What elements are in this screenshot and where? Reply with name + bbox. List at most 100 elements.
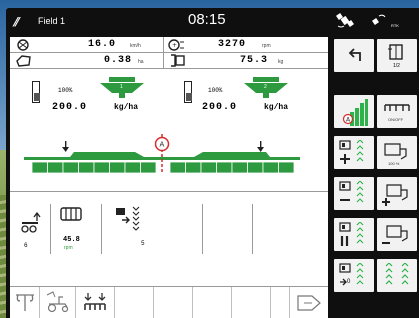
boom-section[interactable] — [278, 161, 295, 174]
hopper-2[interactable]: 100% 2 200.0 kg/ha — [182, 77, 312, 127]
section-group-right — [169, 161, 295, 174]
boom-section[interactable] — [185, 161, 202, 174]
gps-signal-icon — [370, 13, 392, 34]
tab-empty-2[interactable] — [154, 287, 193, 318]
hopper-1-level-fill — [34, 93, 40, 101]
boom-section[interactable] — [93, 161, 110, 174]
boom-section[interactable] — [47, 161, 64, 174]
boom-section[interactable] — [140, 161, 157, 174]
section-pause-icon — [339, 221, 369, 253]
area-weight-row: 0.38 ha 75.3 kg — [10, 53, 328, 69]
hopper-weight-unit: kg — [278, 59, 284, 65]
boom-mode-badge: A — [160, 141, 165, 149]
section-remove-icon — [339, 180, 369, 212]
hopper-2-level-gauge — [184, 81, 192, 103]
tramline-status[interactable]: 5 — [102, 204, 152, 254]
signal-strength-button[interactable]: A — [334, 95, 374, 128]
work-menu-icon — [14, 291, 36, 318]
settings-tractor-icon — [45, 291, 71, 318]
section-remove-button[interactable] — [334, 177, 374, 210]
hopper-1-icon — [100, 77, 144, 104]
clock: 08:15 — [188, 11, 226, 28]
speed-unit: km/h — [130, 43, 141, 49]
hopper-2-badge: 2 — [264, 84, 267, 90]
boom-section[interactable] — [247, 161, 264, 174]
hopper-2-rate-unit: kg/ha — [264, 103, 289, 112]
rate-minus-button[interactable] — [377, 218, 417, 251]
tab-empty-5[interactable] — [271, 287, 290, 318]
divider — [163, 53, 164, 68]
tab-empty-3[interactable] — [193, 287, 232, 318]
lift-value: 6 — [24, 242, 28, 249]
divider — [252, 204, 253, 254]
boom-section[interactable] — [78, 161, 95, 174]
section-arrow-right-icon — [257, 141, 264, 152]
boom-section-display[interactable]: A — [10, 125, 328, 185]
section-reset-icon — [339, 262, 369, 294]
tramline-toggle-button[interactable] — [377, 259, 417, 292]
boom-section[interactable] — [109, 161, 126, 174]
section-group-left — [31, 161, 157, 174]
boom-section[interactable] — [200, 161, 217, 174]
hopper-2-icon — [244, 77, 288, 104]
hopper-1-level-gauge — [32, 81, 40, 103]
tramline-value: 5 — [141, 240, 145, 247]
softkey-column: A 0 1/2 ON/OFF 100 % — [332, 37, 419, 318]
tab-sections[interactable] — [76, 287, 115, 318]
tramline-icon — [114, 206, 142, 237]
area-unit: ha — [138, 59, 144, 65]
lift-icon — [20, 211, 42, 239]
section-reset-button[interactable]: 0 — [334, 259, 374, 292]
boom-section[interactable] — [169, 161, 186, 174]
hopper-weight-value: 75.3 — [240, 55, 269, 66]
tab-empty-4[interactable] — [232, 287, 271, 318]
hopper-1-badge: 1 — [120, 84, 123, 90]
hopper-2-rate: 200.0 — [202, 102, 238, 113]
fraction-button[interactable]: 1/2 — [377, 39, 417, 72]
section-pause-button[interactable] — [334, 218, 374, 251]
hopper-1-rate-unit: kg/ha — [114, 103, 139, 112]
section-add-icon — [339, 139, 369, 171]
boom-section[interactable] — [262, 161, 279, 174]
speed-value: 16.0 — [88, 39, 117, 50]
main-panel: 16.0 km/h + 3270 rpm 0.38 ha 75.3 kg 100… — [10, 37, 328, 318]
rate-plus-button[interactable] — [377, 177, 417, 210]
divider — [202, 204, 203, 254]
sections-icon — [84, 292, 106, 317]
pto-value: 45.8 — [63, 236, 80, 244]
hopper-2-percent: 100% — [208, 87, 223, 94]
field-icon: ⫽ — [13, 15, 19, 29]
area-value: 0.38 — [104, 55, 133, 66]
divider — [163, 37, 164, 52]
tab-settings[interactable] — [40, 287, 76, 318]
field-label[interactable]: Field 1 — [38, 16, 65, 26]
speed-rpm-row: 16.0 km/h + 3270 rpm — [10, 37, 328, 53]
hopper-row[interactable]: 100% 1 200.0 kg/ha 100% 2 200.0 kg/ha A — [10, 69, 328, 192]
page-arrow-icon — [296, 293, 322, 318]
rate-100-button[interactable]: 100 % — [377, 136, 417, 169]
pto-status[interactable]: 45.8 rpm — [51, 204, 101, 254]
rtk-label: RTK — [391, 23, 399, 28]
section-add-button[interactable] — [334, 136, 374, 169]
rpm-value: 3270 — [218, 39, 247, 50]
boom-section[interactable] — [231, 161, 248, 174]
back-arrow-icon — [346, 47, 364, 68]
boom-section[interactable] — [62, 161, 79, 174]
tab-empty-1[interactable] — [115, 287, 154, 318]
lift-status[interactable]: 6 — [10, 204, 50, 254]
satellite-icon — [336, 12, 356, 35]
back-button[interactable] — [334, 39, 374, 72]
tab-next-page[interactable] — [290, 287, 328, 318]
rate-minus-icon — [381, 222, 413, 253]
boom-section[interactable] — [124, 161, 141, 174]
boom-section[interactable] — [31, 161, 48, 174]
tramline-toggle-icon — [383, 262, 413, 294]
hopper-2-level-fill — [186, 93, 192, 101]
onoff-button[interactable]: ON/OFF — [377, 95, 417, 128]
rpm-unit: rpm — [262, 43, 271, 49]
fraction-label: 1/2 — [393, 63, 400, 69]
pto-unit: rpm — [64, 245, 73, 251]
hopper-1[interactable]: 100% 1 200.0 kg/ha — [30, 77, 160, 127]
boom-section[interactable] — [216, 161, 233, 174]
tab-work-menu[interactable] — [10, 287, 40, 318]
